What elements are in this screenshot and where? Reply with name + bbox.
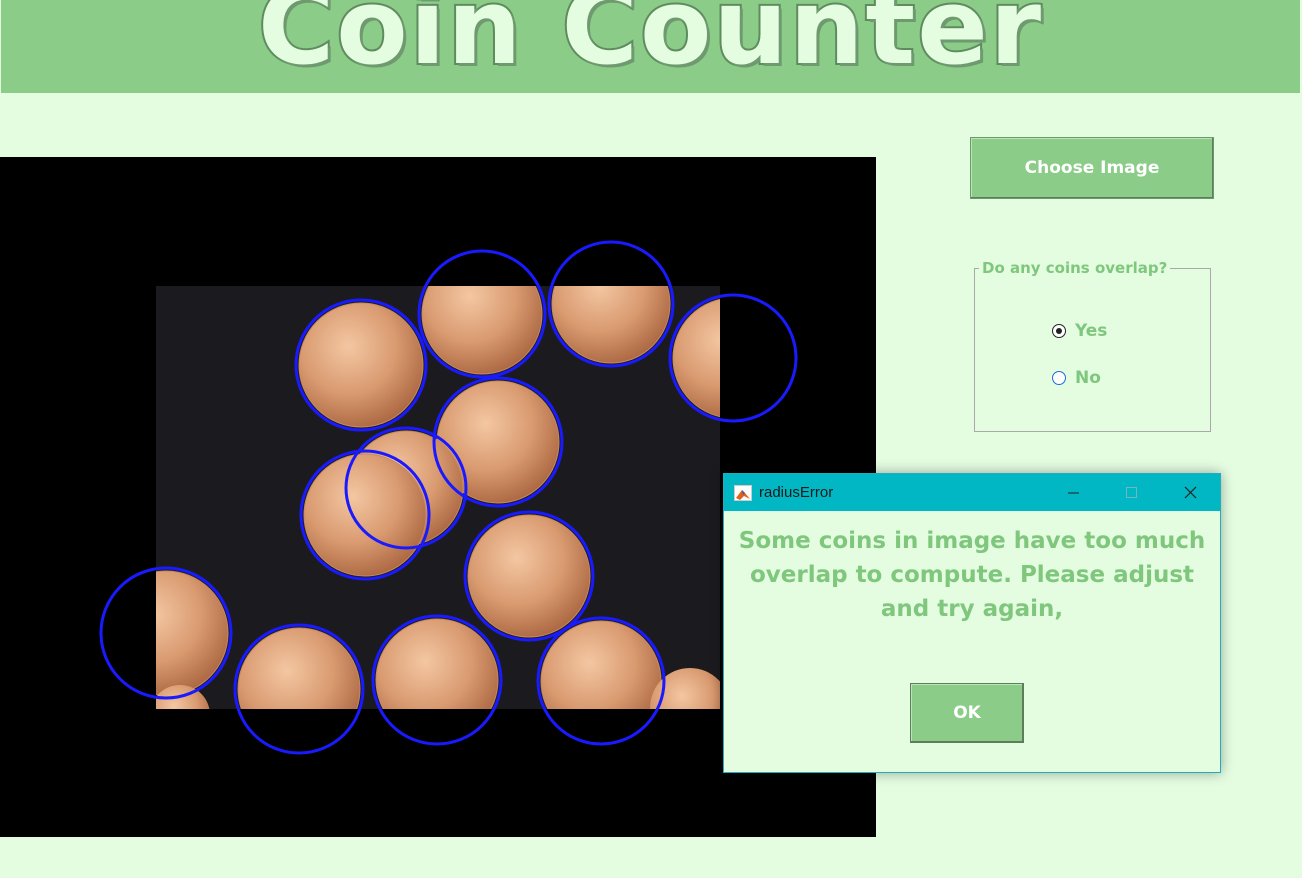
close-icon [1184,486,1196,499]
detected-circle [99,566,233,700]
detected-circle [536,616,666,746]
detected-circle [547,240,675,368]
choose-image-button[interactable]: Choose Image [970,137,1214,199]
detected-circle [463,510,595,642]
dialog-message: Some coins in image have too much overla… [738,528,1206,622]
app-title: Coin Counter [256,0,1044,90]
radio-no[interactable]: No [1052,368,1101,388]
detected-circle [371,614,503,746]
radio-yes-label: Yes [1075,321,1108,341]
ok-button[interactable]: OK [910,683,1024,743]
detected-circle [233,623,365,755]
overlap-group-title: Do any coins overlap? [979,259,1171,277]
detected-circle [432,376,564,508]
detected-circle [299,449,431,581]
radio-yes[interactable]: Yes [1052,321,1107,341]
radio-yes-indicator[interactable] [1052,324,1066,338]
matlab-icon [734,484,752,501]
maximize-button[interactable] [1103,474,1161,511]
close-button[interactable] [1161,474,1219,511]
dialog-title: radiusError [759,484,834,501]
radio-no-indicator[interactable] [1052,371,1066,385]
maximize-icon [1126,486,1137,498]
title-banner: Coin Counter [1,0,1300,93]
detected-circle [417,249,547,379]
detected-circle [294,298,428,432]
overlap-button-group: Do any coins overlap? Yes No [974,259,1211,432]
minimize-button[interactable] [1045,474,1103,511]
detected-circle [668,293,798,423]
minimize-icon [1068,492,1079,493]
detected-circle [344,426,468,550]
dialog-titlebar[interactable]: radiusError [724,474,1220,511]
radio-no-label: No [1075,368,1101,388]
radius-error-dialog: radiusError Some coins in image have too… [723,473,1221,773]
